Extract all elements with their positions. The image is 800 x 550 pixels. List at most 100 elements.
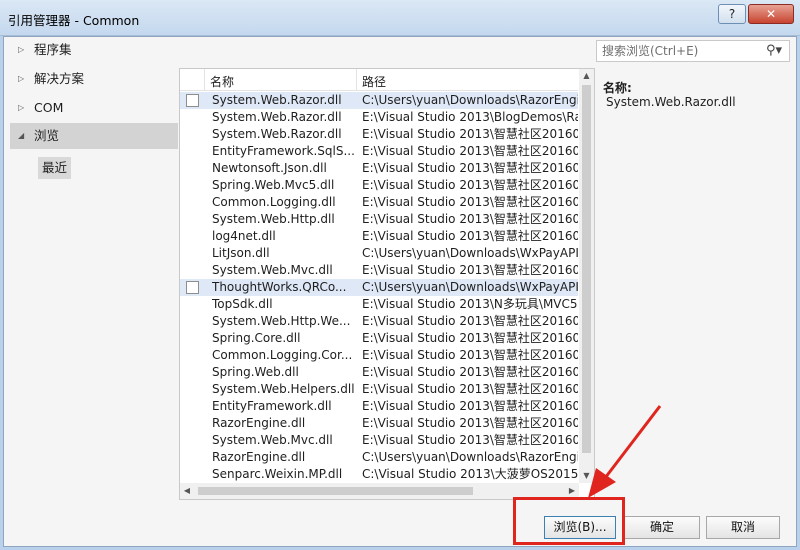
row-name: System.Web.Razor.dll bbox=[212, 93, 342, 107]
table-row[interactable]: ThoughtWorks.QRCo... C:\Users\yuan\Downlo… bbox=[180, 279, 578, 296]
scroll-left-icon[interactable]: ◀ bbox=[180, 483, 194, 499]
row-path: E:\Visual Studio 2013\智慧社区201603 bbox=[362, 178, 578, 192]
row-checkbox[interactable] bbox=[186, 94, 199, 107]
table-row[interactable]: Spring.Web.dll E:\Visual Studio 2013\智慧社区… bbox=[180, 364, 578, 381]
row-path: E:\Visual Studio 2013\智慧社区201603 bbox=[362, 348, 578, 362]
column-divider[interactable] bbox=[356, 69, 357, 91]
row-name: System.Web.Helpers.dll bbox=[212, 382, 354, 396]
row-name: System.Web.Http.We... bbox=[212, 314, 351, 328]
ok-button[interactable]: 确定 bbox=[624, 516, 700, 539]
column-header-name[interactable]: 名称 bbox=[210, 73, 234, 90]
search-input[interactable] bbox=[597, 41, 757, 61]
row-path: E:\Visual Studio 2013\N多玩具\MVC5村 bbox=[362, 297, 578, 311]
list-header: 名称 路径 bbox=[180, 69, 578, 91]
table-row[interactable]: System.Web.Razor.dll E:\Visual Studio 201… bbox=[180, 109, 578, 126]
row-path: E:\Visual Studio 2013\智慧社区201603 bbox=[362, 416, 578, 430]
row-path: C:\Users\yuan\Downloads\WxPayAPI_ bbox=[362, 246, 578, 260]
row-path: C:\Users\yuan\Downloads\RazorEngi bbox=[362, 450, 578, 464]
row-path: E:\Visual Studio 2013\智慧社区201603 bbox=[362, 263, 578, 277]
table-row[interactable]: System.Web.Razor.dll C:\Users\yuan\Downlo… bbox=[180, 92, 578, 109]
row-path: E:\Visual Studio 2013\智慧社区201603 bbox=[362, 161, 578, 175]
table-row[interactable]: System.Web.Mvc.dll E:\Visual Studio 2013\… bbox=[180, 262, 578, 279]
scroll-up-icon[interactable]: ▲ bbox=[579, 69, 594, 83]
expand-arrow-icon: ▷ bbox=[18, 45, 25, 54]
row-name: System.Web.Http.dll bbox=[212, 212, 335, 226]
close-button[interactable]: ✕ bbox=[748, 4, 794, 24]
table-row[interactable]: RazorEngine.dll E:\Visual Studio 2013\智慧社… bbox=[180, 415, 578, 432]
scrollbar-thumb[interactable] bbox=[582, 85, 591, 453]
detail-label: 名称: bbox=[603, 81, 632, 95]
row-path: E:\Visual Studio 2013\智慧社区201603 bbox=[362, 314, 578, 328]
table-row[interactable]: EntityFramework.dll E:\Visual Studio 2013… bbox=[180, 398, 578, 415]
row-path: C:\Visual Studio 2013\大菠萝OS20150 bbox=[362, 467, 578, 481]
list-rows: System.Web.Razor.dll C:\Users\yuan\Downlo… bbox=[180, 92, 578, 483]
row-name: RazorEngine.dll bbox=[212, 416, 306, 430]
window-title: 引用管理器 - Common bbox=[8, 13, 140, 28]
row-name: System.Web.Mvc.dll bbox=[212, 433, 333, 447]
row-path: E:\Visual Studio 2013\智慧社区201603 bbox=[362, 331, 578, 345]
row-path: E:\Visual Studio 2013\智慧社区201603 bbox=[362, 433, 578, 447]
search-icon[interactable]: ⚲▾ bbox=[761, 42, 787, 60]
row-path: E:\Visual Studio 2013\智慧社区201603 bbox=[362, 365, 578, 379]
expand-arrow-icon: ▷ bbox=[18, 74, 25, 83]
nav-item-solution[interactable]: ▷ 解决方案 bbox=[10, 66, 178, 92]
nav-item-com[interactable]: ▷ COM bbox=[10, 95, 178, 121]
table-row[interactable]: EntityFramework.SqlS... E:\Visual Studio … bbox=[180, 143, 578, 160]
row-name: Common.Logging.Cor... bbox=[212, 348, 353, 362]
annotation-arrow-icon bbox=[588, 405, 662, 498]
annotation-highlight-box bbox=[513, 497, 625, 545]
table-row[interactable]: System.Web.Helpers.dll E:\Visual Studio 2… bbox=[180, 381, 578, 398]
column-header-path[interactable]: 路径 bbox=[362, 73, 386, 90]
nav-item-label: COM bbox=[34, 100, 64, 115]
table-row[interactable]: LitJson.dll C:\Users\yuan\Downloads\WxPay… bbox=[180, 245, 578, 262]
row-name: EntityFramework.dll bbox=[212, 399, 332, 413]
table-row[interactable]: Senparc.Weixin.MP.dll C:\Visual Studio 20… bbox=[180, 466, 578, 483]
table-row[interactable]: Common.Logging.dll E:\Visual Studio 2013\… bbox=[180, 194, 578, 211]
dialog-client: ▷ 程序集 ▷ 解决方案 ▷ COM ◢ 浏览 最近 名称 路径 System.… bbox=[3, 36, 797, 547]
row-name: Common.Logging.dll bbox=[212, 195, 336, 209]
row-name: Spring.Web.Mvc5.dll bbox=[212, 178, 335, 192]
row-name: Senparc.Weixin.MP.dll bbox=[212, 467, 343, 481]
table-row[interactable]: System.Web.Mvc.dll E:\Visual Studio 2013\… bbox=[180, 432, 578, 449]
nav-item-assemblies[interactable]: ▷ 程序集 bbox=[10, 37, 178, 63]
expand-arrow-icon: ▷ bbox=[18, 103, 25, 112]
table-row[interactable]: TopSdk.dll E:\Visual Studio 2013\N多玩具\MVC… bbox=[180, 296, 578, 313]
scrollbar-thumb[interactable] bbox=[198, 487, 473, 495]
reference-list: 名称 路径 System.Web.Razor.dll C:\Users\yuan\… bbox=[179, 68, 595, 500]
table-row[interactable]: System.Web.Razor.dll E:\Visual Studio 201… bbox=[180, 126, 578, 143]
table-row[interactable]: log4net.dll E:\Visual Studio 2013\智慧社区201… bbox=[180, 228, 578, 245]
category-nav: ▷ 程序集 ▷ 解决方案 ▷ COM ◢ 浏览 最近 bbox=[10, 37, 178, 507]
row-name: EntityFramework.SqlS... bbox=[212, 144, 354, 158]
row-name: System.Web.Mvc.dll bbox=[212, 263, 333, 277]
row-path: E:\Visual Studio 2013\智慧社区201603 bbox=[362, 229, 578, 243]
table-row[interactable]: Spring.Core.dll E:\Visual Studio 2013\智慧社… bbox=[180, 330, 578, 347]
table-row[interactable]: Newtonsoft.Json.dll E:\Visual Studio 2013… bbox=[180, 160, 578, 177]
table-row[interactable]: Common.Logging.Cor... E:\Visual Studio 20… bbox=[180, 347, 578, 364]
row-name: System.Web.Razor.dll bbox=[212, 110, 342, 124]
table-row[interactable]: System.Web.Http.dll E:\Visual Studio 2013… bbox=[180, 211, 578, 228]
row-path: E:\Visual Studio 2013\智慧社区201603 bbox=[362, 212, 578, 226]
cancel-button[interactable]: 取消 bbox=[706, 516, 780, 539]
row-name: System.Web.Razor.dll bbox=[212, 127, 342, 141]
table-row[interactable]: System.Web.Http.We... E:\Visual Studio 20… bbox=[180, 313, 578, 330]
row-checkbox[interactable] bbox=[186, 281, 199, 294]
help-button[interactable]: ? bbox=[718, 4, 746, 24]
row-name: Spring.Web.dll bbox=[212, 365, 299, 379]
column-divider bbox=[204, 69, 205, 91]
nav-subitem-recent[interactable]: 最近 bbox=[38, 157, 72, 179]
table-row[interactable]: Spring.Web.Mvc5.dll E:\Visual Studio 2013… bbox=[180, 177, 578, 194]
row-path: E:\Visual Studio 2013\智慧社区201603 bbox=[362, 399, 578, 413]
row-path: C:\Users\yuan\Downloads\RazorEngi bbox=[362, 93, 578, 107]
nav-item-browse[interactable]: ◢ 浏览 bbox=[10, 123, 178, 149]
title-bar: 引用管理器 - Common ? ✕ bbox=[0, 0, 800, 36]
row-name: TopSdk.dll bbox=[212, 297, 273, 311]
nav-item-label: 浏览 bbox=[34, 128, 60, 143]
row-name: Newtonsoft.Json.dll bbox=[212, 161, 327, 175]
row-path: E:\Visual Studio 2013\智慧社区201603 bbox=[362, 127, 578, 141]
table-row[interactable]: RazorEngine.dll C:\Users\yuan\Downloads\R… bbox=[180, 449, 578, 466]
row-name: Spring.Core.dll bbox=[212, 331, 301, 345]
nav-item-label: 解决方案 bbox=[34, 71, 85, 86]
row-path: E:\Visual Studio 2013\智慧社区201603 bbox=[362, 382, 578, 396]
row-name: LitJson.dll bbox=[212, 246, 270, 260]
row-path: E:\Visual Studio 2013\智慧社区201603 bbox=[362, 144, 578, 158]
